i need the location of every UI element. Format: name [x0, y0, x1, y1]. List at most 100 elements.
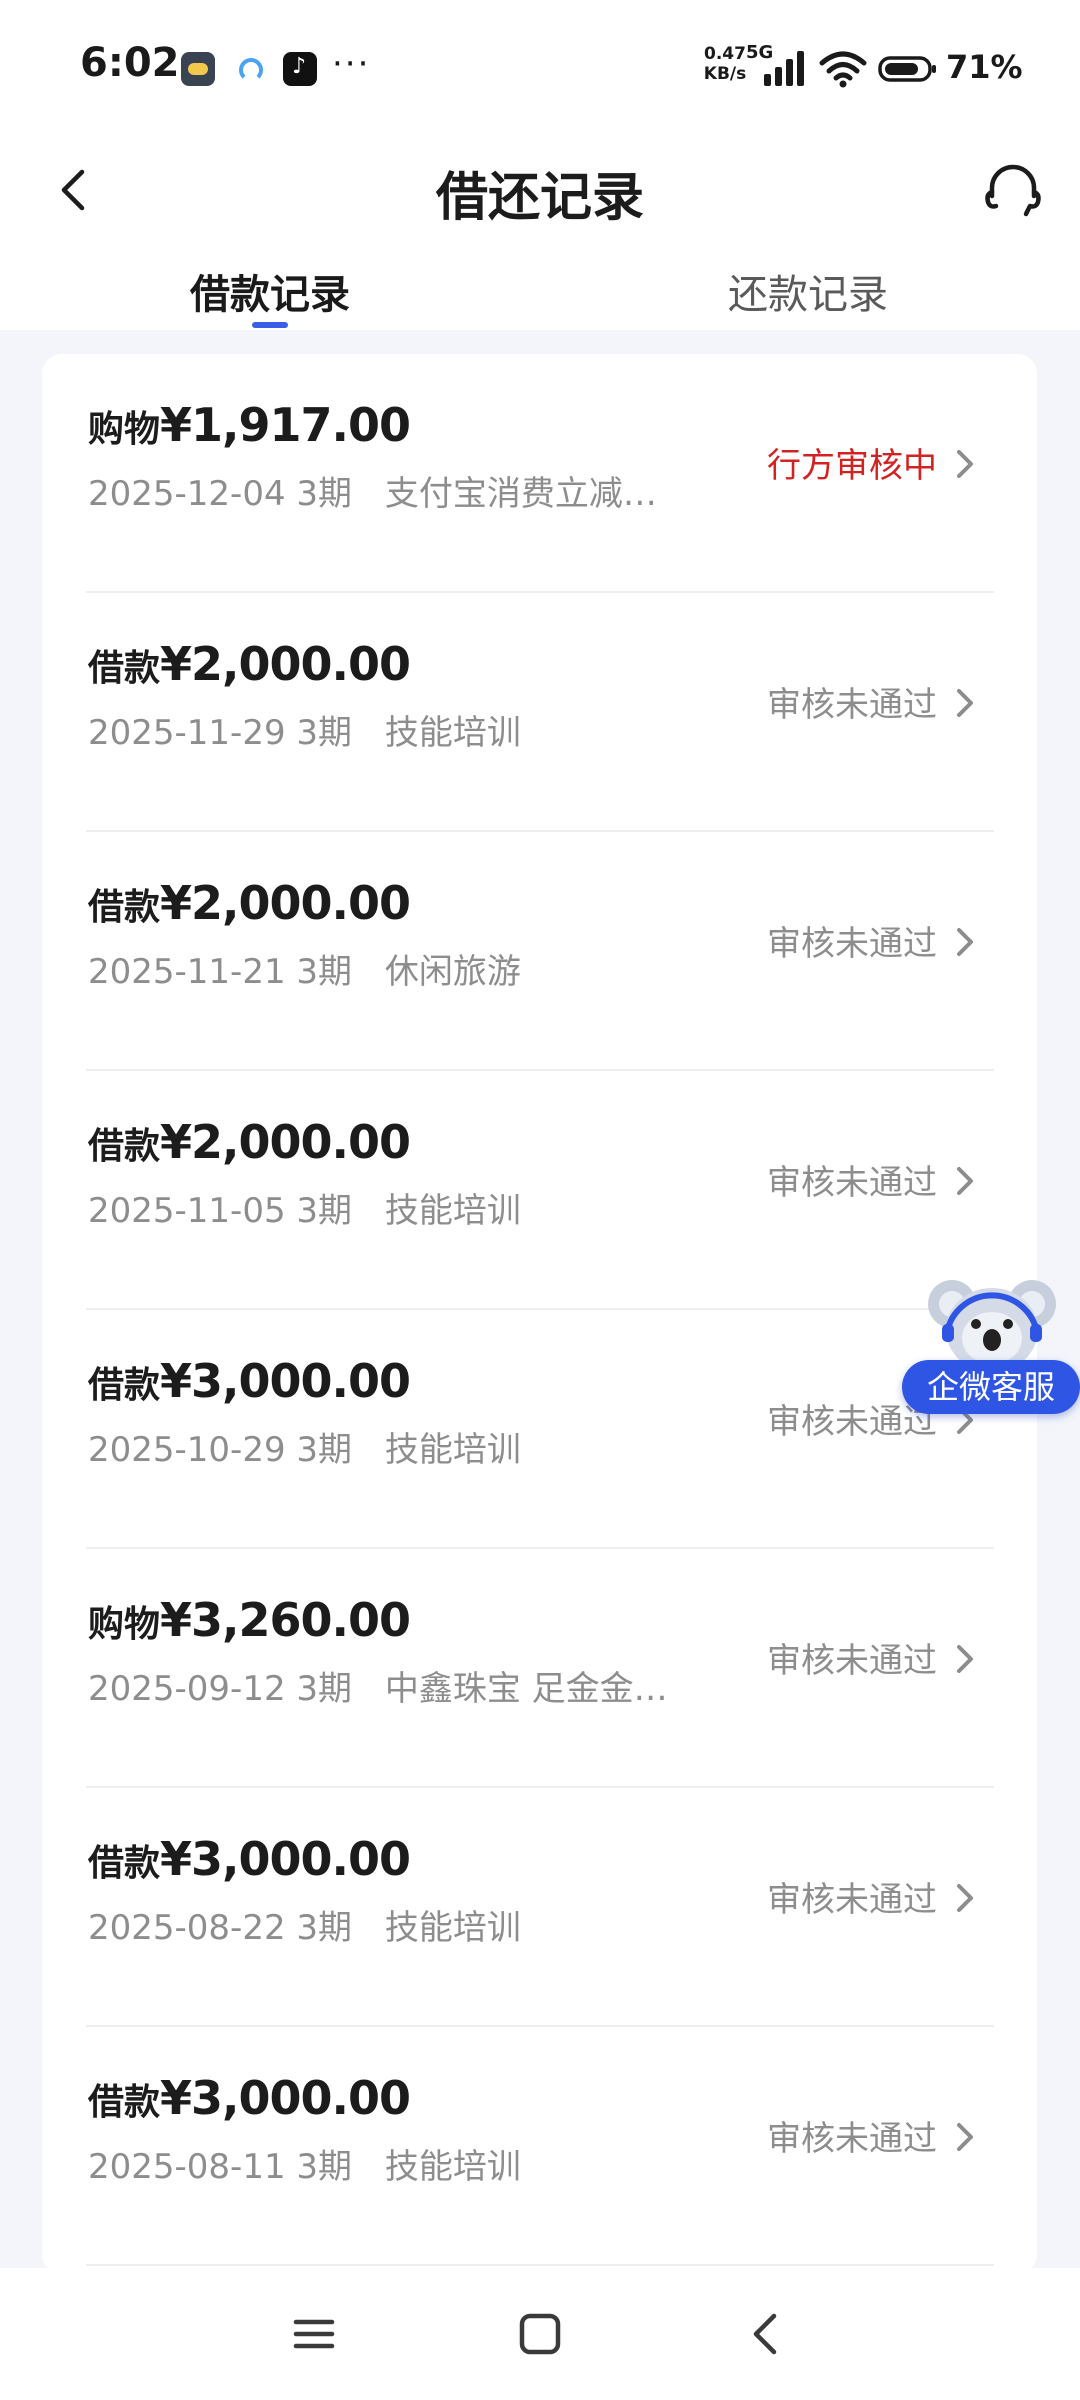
record-row[interactable]: 借款¥2,000.00 2025-11-05 3期 技能培训 审核未通过 [42, 1071, 1037, 1310]
record-meta: 2025-12-04 3期 支付宝消费立减金 … [88, 466, 688, 515]
status-time: 6:02 [80, 40, 180, 86]
record-row[interactable]: 借款¥2,000.00 2025-11-21 3期 休闲旅游 审核未通过 [42, 832, 1037, 1071]
record-term: 3期 [296, 1430, 353, 1470]
record-meta: 2025-08-22 3期 技能培训 [88, 1900, 521, 1949]
battery-percentage: 71% [946, 48, 1023, 86]
record-status: 审核未通过 [767, 1641, 937, 1681]
record-purpose: 休闲旅游 [384, 952, 521, 992]
record-term: 3期 [296, 1669, 353, 1709]
tab-borrow-records[interactable]: 借款记录 [190, 262, 350, 320]
record-row[interactable]: 购物¥3,260.00 2025-09-12 3期 中鑫珠宝 足金金瓜… 审核未… [42, 1549, 1037, 1788]
app-notification-icon [181, 52, 215, 86]
record-term: 3期 [296, 2147, 353, 2187]
sync-notification-icon [232, 52, 266, 86]
chevron-right-icon [957, 450, 973, 478]
chevron-right-icon [957, 689, 973, 717]
headset-icon [985, 164, 1041, 217]
record-amount: ¥3,000.00 [160, 1354, 411, 1408]
record-status: 审核未通过 [767, 924, 937, 964]
record-type: 借款 [88, 648, 161, 689]
wecom-support-label: 企微客服 [902, 1360, 1080, 1414]
chevron-right-icon [957, 1167, 973, 1195]
record-date: 2025-12-04 [88, 474, 286, 514]
record-amount: ¥2,000.00 [160, 876, 411, 930]
record-term: 3期 [296, 713, 353, 753]
row-divider [86, 2264, 994, 2266]
record-meta: 2025-09-12 3期 中鑫珠宝 足金金瓜… [88, 1661, 688, 1710]
record-date: 2025-11-21 [88, 952, 286, 992]
record-date: 2025-09-12 [88, 1669, 286, 1709]
record-row[interactable]: 借款¥2,000.00 2025-11-29 3期 技能培训 审核未通过 [42, 593, 1037, 832]
page-header: 借还记录 借款记录 还款记录 [0, 130, 1080, 330]
record-meta: 2025-11-21 3期 休闲旅游 [88, 944, 521, 993]
record-title: 借款¥2,000.00 [88, 637, 411, 691]
wifi-icon [819, 51, 867, 88]
record-meta: 2025-11-29 3期 技能培训 [88, 705, 521, 754]
record-term: 3期 [296, 1191, 353, 1231]
record-meta: 2025-11-05 3期 技能培训 [88, 1183, 521, 1232]
record-amount: ¥2,000.00 [160, 1115, 411, 1169]
record-term: 3期 [296, 952, 353, 992]
record-type: 借款 [88, 2082, 161, 2123]
record-row[interactable]: 借款¥3,000.00 2025-08-22 3期 技能培训 审核未通过 [42, 1788, 1037, 2027]
record-title: 借款¥2,000.00 [88, 876, 411, 930]
record-list: 购物¥1,917.00 2025-12-04 3期 支付宝消费立减金 … 行方审… [42, 354, 1037, 2274]
record-amount: ¥1,917.00 [160, 398, 411, 452]
record-date: 2025-10-29 [88, 1430, 286, 1470]
record-title: 借款¥3,000.00 [88, 2071, 411, 2125]
record-type: 借款 [88, 1126, 161, 1167]
record-date: 2025-11-05 [88, 1191, 286, 1231]
record-amount: ¥3,000.00 [160, 2071, 411, 2125]
record-term: 3期 [296, 474, 353, 514]
record-purpose: 支付宝消费立减金 … [384, 474, 688, 514]
signal-icon [764, 51, 804, 86]
record-amount: ¥3,000.00 [160, 1832, 411, 1886]
chevron-right-icon [957, 1884, 973, 1912]
record-title: 购物¥1,917.00 [88, 398, 411, 452]
record-title: 购物¥3,260.00 [88, 1593, 411, 1647]
record-status: 审核未通过 [767, 1163, 937, 1203]
home-square-icon[interactable] [510, 2304, 570, 2364]
status-bar: 6:02 ··· 0.47 KB/s 5G 71% [0, 0, 1080, 130]
record-meta: 2025-10-29 3期 技能培训 [88, 1422, 521, 1471]
record-type: 借款 [88, 887, 161, 928]
record-row[interactable]: 借款¥3,000.00 2025-10-29 3期 技能培训 审核未通过 [42, 1310, 1037, 1549]
record-row[interactable]: 购物¥1,917.00 2025-12-04 3期 支付宝消费立减金 … 行方审… [42, 354, 1037, 593]
record-date: 2025-08-22 [88, 1908, 286, 1948]
record-status: 行方审核中 [767, 446, 937, 486]
system-navigation-bar [0, 2268, 1080, 2400]
tab-repayment-records[interactable]: 还款记录 [728, 262, 888, 320]
record-status: 审核未通过 [767, 1880, 937, 1920]
record-status: 审核未通过 [767, 2119, 937, 2159]
record-type: 购物 [88, 409, 161, 450]
record-term: 3期 [296, 1908, 353, 1948]
record-type: 借款 [88, 1365, 161, 1406]
record-type: 借款 [88, 1843, 161, 1884]
record-purpose: 技能培训 [384, 713, 521, 753]
chevron-right-icon [957, 1645, 973, 1673]
record-amount: ¥2,000.00 [160, 637, 411, 691]
record-amount: ¥3,260.00 [160, 1593, 411, 1647]
customer-service-button[interactable] [978, 156, 1048, 226]
more-notifications-icon: ··· [332, 44, 371, 84]
record-purpose: 中鑫珠宝 足金金瓜… [384, 1669, 688, 1709]
record-purpose: 技能培训 [384, 1191, 521, 1231]
chevron-right-icon [957, 2123, 973, 2151]
battery-icon [878, 56, 936, 82]
record-title: 借款¥3,000.00 [88, 1832, 411, 1886]
record-type: 购物 [88, 1604, 161, 1645]
tiktok-notification-icon [283, 52, 317, 86]
back-triangle-icon[interactable] [736, 2304, 796, 2364]
record-status: 审核未通过 [767, 685, 937, 725]
record-meta: 2025-08-11 3期 技能培训 [88, 2139, 521, 2188]
active-tab-indicator [252, 322, 288, 328]
wecom-support-widget[interactable]: 企微客服 [902, 1268, 1080, 1420]
record-purpose: 技能培训 [384, 2147, 521, 2187]
record-title: 借款¥2,000.00 [88, 1115, 411, 1169]
network-speed-unit: KB/s [703, 64, 747, 84]
record-purpose: 技能培训 [384, 1430, 521, 1470]
record-row[interactable]: 借款¥3,000.00 2025-08-11 3期 技能培训 审核未通过 [42, 2027, 1037, 2266]
record-purpose: 技能培训 [384, 1908, 521, 1948]
menu-icon[interactable] [284, 2304, 344, 2364]
chevron-right-icon [957, 928, 973, 956]
